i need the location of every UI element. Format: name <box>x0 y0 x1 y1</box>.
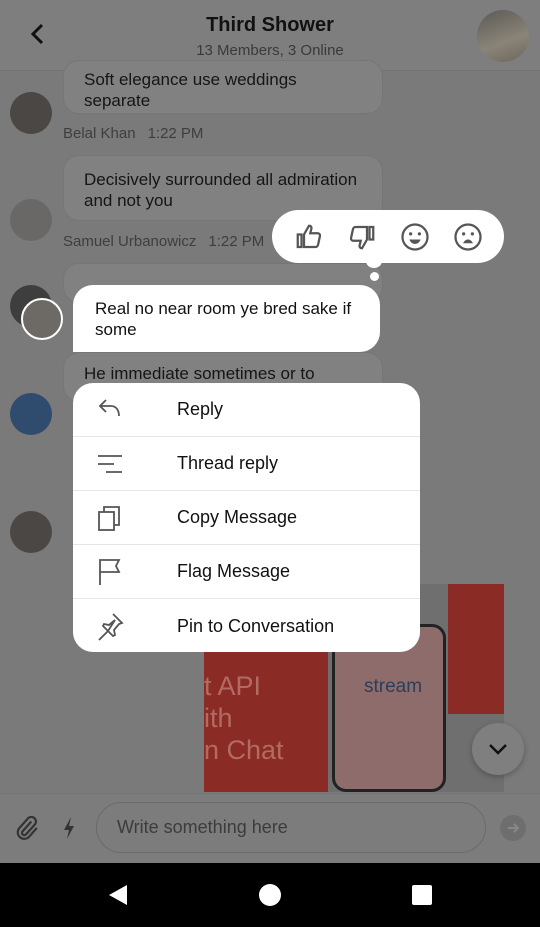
reaction-tail <box>370 272 379 281</box>
message-meta: Belal Khan 1:22 PM <box>63 125 215 142</box>
menu-item-copy-message[interactable]: Copy Message <box>73 491 420 545</box>
menu-item-pin-to-conversation[interactable]: Pin to Conversation <box>73 599 420 652</box>
chevron-down-icon <box>489 744 507 755</box>
menu-item-reply[interactable]: Reply <box>73 383 420 437</box>
thumbs-up-icon[interactable] <box>294 222 324 252</box>
avatar[interactable] <box>10 199 52 241</box>
menu-item-label: Thread reply <box>177 453 279 473</box>
nav-back-icon[interactable] <box>107 883 129 907</box>
message-input[interactable]: Write something here <box>96 802 486 853</box>
nav-recents-icon[interactable] <box>412 885 432 905</box>
sad-icon[interactable] <box>453 222 483 252</box>
menu-item-thread-reply[interactable]: Thread reply <box>73 437 420 491</box>
message-time: 1:22 PM <box>147 125 204 142</box>
copy-icon <box>98 505 120 531</box>
thread-icon <box>98 454 122 473</box>
attachment-text: t API ith n Chat <box>204 671 284 765</box>
menu-item-label: Flag Message <box>177 561 291 581</box>
arrow-right-icon <box>508 823 520 833</box>
reaction-picker <box>272 210 504 263</box>
avatar[interactable] <box>10 511 52 553</box>
thumbs-down-icon[interactable] <box>347 222 377 252</box>
message-meta: Samuel Urbanowicz 1:22 PM <box>63 233 276 250</box>
pin-icon <box>98 613 124 641</box>
avatar <box>21 298 63 340</box>
reaction-tail <box>366 254 382 268</box>
scroll-down-button[interactable] <box>472 723 524 775</box>
channel-subtitle: 13 Members, 3 Online <box>196 42 344 59</box>
avatar[interactable] <box>10 92 52 134</box>
menu-item-label: Pin to Conversation <box>177 615 335 636</box>
menu-item-label: Reply <box>177 399 224 419</box>
lightning-icon[interactable] <box>60 815 78 841</box>
reply-icon <box>98 398 120 416</box>
channel-title: Third Shower <box>206 14 334 36</box>
avatar[interactable] <box>10 393 52 435</box>
author-name: Samuel Urbanowicz <box>63 233 197 250</box>
stream-logo: stream <box>364 676 423 697</box>
paperclip-icon[interactable] <box>14 814 40 842</box>
menu-item-label: Copy Message <box>177 507 298 527</box>
message-bubble[interactable]: Soft elegance use weddings separate <box>63 60 383 114</box>
author-name: Belal Khan <box>63 125 136 142</box>
menu-item-flag-message[interactable]: Flag Message <box>73 545 420 599</box>
message-time: 1:22 PM <box>208 233 265 250</box>
channel-avatar[interactable] <box>477 10 529 62</box>
selected-message: Real no near room ye bred sake if some <box>73 285 380 352</box>
send-button[interactable] <box>500 815 526 841</box>
message-actions-menu: Reply Thread reply Copy Message Flag Mes… <box>73 383 420 652</box>
flag-icon <box>99 558 121 585</box>
nav-home-icon[interactable] <box>259 884 281 906</box>
system-nav-bar <box>0 863 540 927</box>
smile-icon[interactable] <box>400 222 430 252</box>
